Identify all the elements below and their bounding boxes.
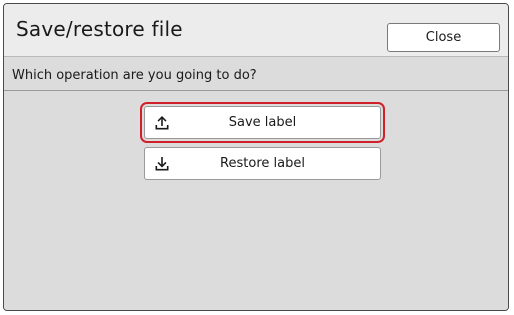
download-icon	[155, 157, 169, 171]
restore-label-text: Restore label	[220, 156, 305, 171]
upload-icon	[155, 116, 169, 130]
save-label-text: Save label	[228, 115, 297, 130]
dialog-header: Save/restore file Close	[4, 4, 508, 57]
dialog-window: Save/restore file Close Which operation …	[3, 3, 509, 311]
divider	[4, 90, 508, 91]
dialog-title: Save/restore file	[16, 17, 183, 41]
close-button[interactable]: Close	[387, 23, 500, 52]
restore-label-button[interactable]: Restore label	[144, 147, 381, 180]
dialog-body: Which operation are you going to do? Sav…	[4, 57, 508, 310]
save-label-button[interactable]: Save label	[144, 106, 381, 139]
operation-prompt: Which operation are you going to do?	[12, 68, 257, 83]
